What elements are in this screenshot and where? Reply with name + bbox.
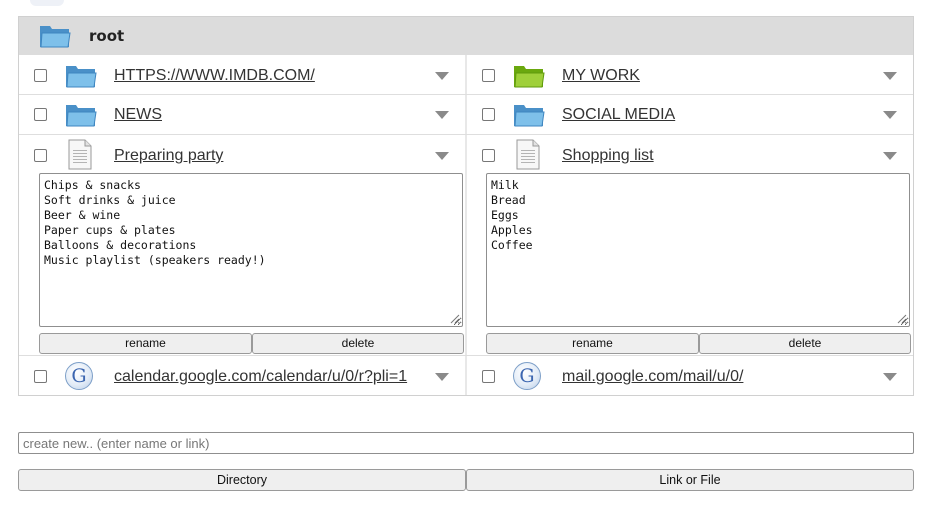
list-item[interactable]: G mail.google.com/mail/u/0/ [467,356,913,395]
note-line: Soft drinks & juice [44,193,176,207]
chevron-down-icon[interactable] [883,373,897,381]
chevron-down-icon[interactable] [883,111,897,119]
list-item[interactable]: SOCIAL MEDIA [467,95,913,134]
item-link[interactable]: Shopping list [562,147,654,165]
resize-grip-icon[interactable] [448,312,460,324]
root-header: root [19,17,913,55]
list-item[interactable]: G calendar.google.com/calendar/u/0/r?pli… [19,356,465,395]
select-checkbox[interactable] [482,69,495,82]
document-icon [68,139,92,170]
chevron-down-icon[interactable] [435,373,449,381]
item-link[interactable]: NEWS [114,106,162,124]
chevron-down-icon[interactable] [883,152,897,160]
select-checkbox[interactable] [482,370,495,383]
document-icon [516,139,540,170]
rename-button[interactable]: rename [486,333,699,354]
select-checkbox[interactable] [34,149,47,162]
item-link[interactable]: Preparing party [114,147,223,165]
chevron-down-icon[interactable] [435,111,449,119]
select-checkbox[interactable] [482,108,495,121]
delete-button[interactable]: delete [252,333,464,354]
note-line: Beer & wine [44,208,121,222]
note-line: Bread [491,193,526,207]
chevron-down-icon[interactable] [435,152,449,160]
note-textarea[interactable]: Milk Bread Eggs Apples Coffee [486,173,910,327]
rename-button[interactable]: rename [39,333,252,354]
note-line: Paper cups & plates [44,223,176,237]
note-line: Music playlist (speakers ready!) [44,253,266,267]
list-item[interactable]: NEWS [19,95,465,134]
folder-open-icon [40,26,71,48]
list-item-expanded: Shopping list Milk Bread Eggs Apples Cof… [467,135,913,355]
google-icon: G [65,362,93,390]
resize-grip-icon[interactable] [895,312,907,324]
folder-green-icon [514,66,545,88]
list-item[interactable]: MY WORK [467,56,913,95]
note-line: Eggs [491,208,519,222]
select-checkbox[interactable] [34,108,47,121]
create-directory-button[interactable]: Directory [18,469,466,491]
folder-blue-icon [66,105,97,127]
item-link[interactable]: mail.google.com/mail/u/0/ [562,368,743,386]
item-link[interactable]: SOCIAL MEDIA [562,106,675,124]
root-label: root [89,27,125,45]
delete-button[interactable]: delete [699,333,911,354]
note-line: Chips & snacks [44,178,141,192]
select-checkbox[interactable] [482,149,495,162]
chevron-down-icon[interactable] [435,72,449,80]
create-link-or-file-button[interactable]: Link or File [466,469,914,491]
list-item-expanded: Preparing party Chips & snacks Soft drin… [19,135,465,355]
chevron-down-icon[interactable] [883,72,897,80]
select-checkbox[interactable] [34,69,47,82]
google-icon: G [513,362,541,390]
note-line: Balloons & decorations [44,238,197,252]
select-checkbox[interactable] [34,370,47,383]
folder-blue-icon [514,105,545,127]
create-new-input[interactable] [18,432,914,454]
item-link[interactable]: calendar.google.com/calendar/u/0/r?pli=1 [114,368,407,386]
decorative-top-shape [30,0,64,6]
note-line: Apples [491,223,533,237]
item-link[interactable]: HTTPS://WWW.IMDB.COM/ [114,67,315,85]
item-link[interactable]: MY WORK [562,67,640,85]
note-line: Coffee [491,238,533,252]
file-browser-panel: root HTTPS://WWW.IMDB.COM/ MY WORK NEWS [18,16,914,396]
note-line: Milk [491,178,519,192]
list-item[interactable]: HTTPS://WWW.IMDB.COM/ [19,56,465,95]
note-textarea[interactable]: Chips & snacks Soft drinks & juice Beer … [39,173,463,327]
folder-blue-icon [66,66,97,88]
